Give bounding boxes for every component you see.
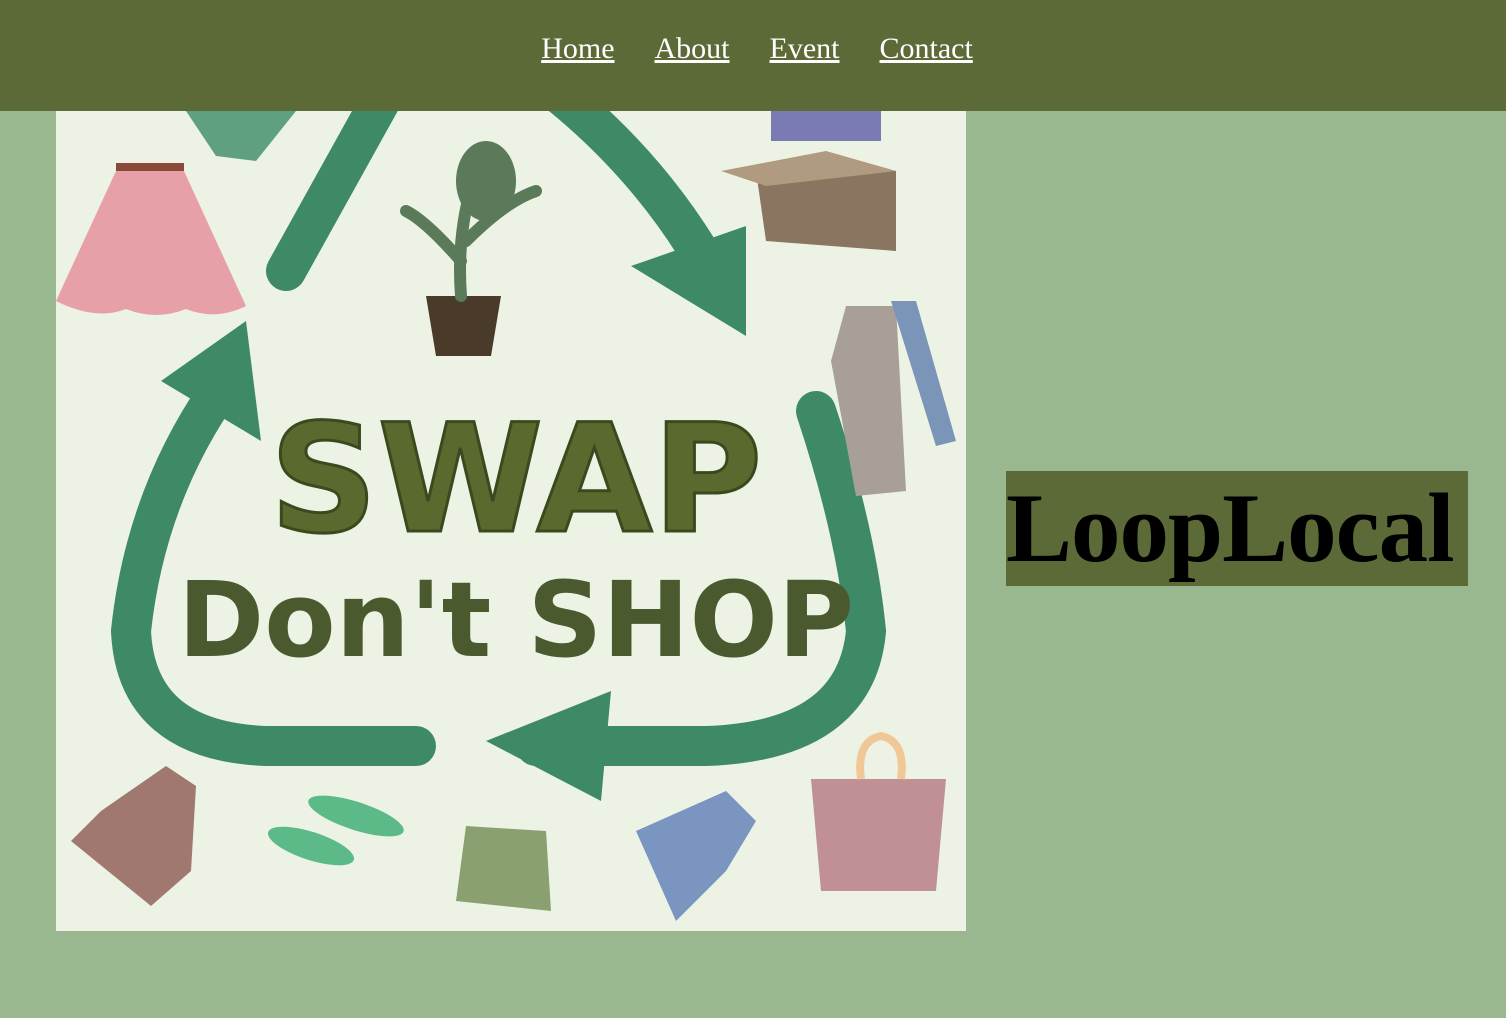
handbag-icon bbox=[811, 731, 946, 891]
jeans-icon bbox=[636, 791, 756, 921]
nav-link-about[interactable]: About bbox=[655, 32, 730, 66]
nav-links: Home About Event Contact bbox=[4, 32, 1506, 66]
recycle-illustration: SWAP Don't SHOP bbox=[56, 111, 956, 921]
skirt-icon bbox=[56, 163, 246, 315]
swap-dont-shop-image: SWAP Don't SHOP bbox=[56, 111, 966, 931]
shoes-icon bbox=[267, 795, 404, 866]
potted-plant-icon bbox=[400, 141, 542, 356]
box-icon bbox=[721, 111, 896, 251]
folded-shirt-icon bbox=[456, 826, 551, 911]
sweater-icon bbox=[71, 766, 196, 906]
swap-text: SWAP bbox=[270, 393, 763, 567]
nav-link-event[interactable]: Event bbox=[770, 32, 840, 66]
nav-link-contact[interactable]: Contact bbox=[880, 32, 973, 66]
top-navigation: Home About Event Contact bbox=[0, 0, 1506, 111]
dont-shop-text: Don't SHOP bbox=[178, 559, 854, 681]
brand-title: LoopLocal bbox=[1006, 471, 1468, 586]
shirt-icon bbox=[186, 111, 296, 161]
nav-link-home[interactable]: Home bbox=[541, 32, 614, 66]
